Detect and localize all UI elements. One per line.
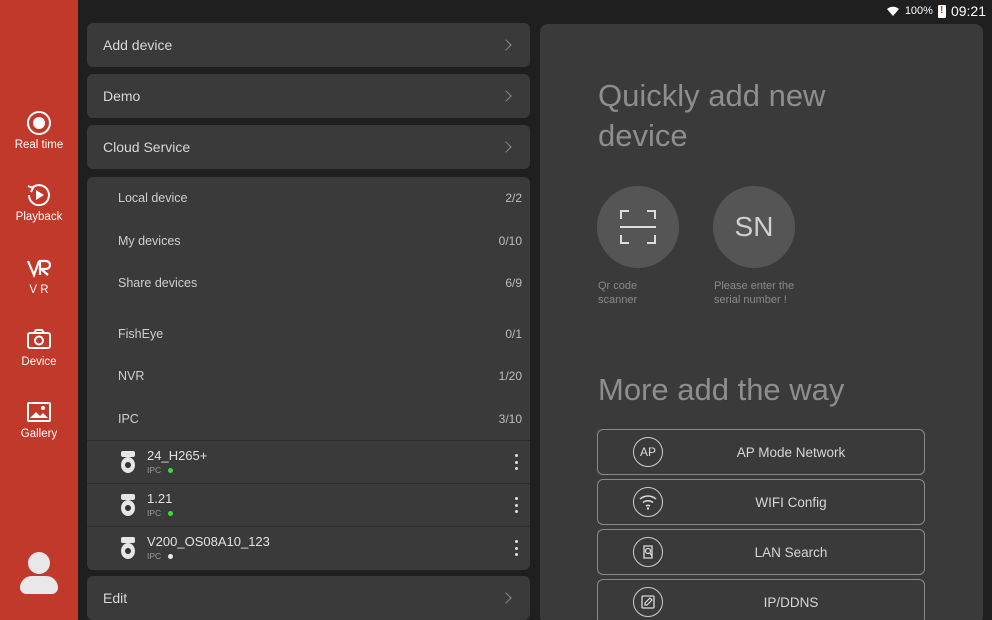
sidebar-item-vr[interactable]: V R <box>0 255 78 296</box>
edit-label: Edit <box>103 590 128 606</box>
device-row[interactable]: V200_OS08A10_123 IPC <box>87 526 530 568</box>
device-type: IPC <box>147 508 162 518</box>
cloud-service-button[interactable]: Cloud Service <box>87 125 530 169</box>
device-row[interactable]: 24_H265+ IPC <box>87 440 530 482</box>
device-name: V200_OS08A10_123 <box>147 534 270 549</box>
group-nvr[interactable]: NVR 1/20 <box>87 356 530 396</box>
chevron-right-icon <box>500 592 512 604</box>
battery-percent: 100% <box>904 5 933 17</box>
group-count: 0/1 <box>505 327 522 341</box>
group-label: Share devices <box>118 276 198 290</box>
sidebar-item-real-time[interactable]: Real time <box>0 110 78 151</box>
group-count: 1/20 <box>498 369 522 383</box>
group-fisheye[interactable]: FishEye 0/1 <box>87 314 530 354</box>
qr-scan-icon <box>620 210 656 244</box>
cloud-service-label: Cloud Service <box>103 139 191 155</box>
lan-search-button[interactable]: LAN Search <box>597 529 925 575</box>
clock: 09:21 <box>950 3 986 19</box>
sidebar-item-playback[interactable]: Playback <box>0 182 78 223</box>
device-type: IPC <box>147 551 162 561</box>
add-device-panel: Quickly add new device Qr code scanner S… <box>540 24 983 620</box>
camera-icon <box>26 327 52 353</box>
group-label: NVR <box>118 369 145 383</box>
add-device-label: Add device <box>103 37 173 53</box>
wifi-signal-icon <box>886 6 899 16</box>
wifi-config-label: WIFI Config <box>755 495 827 510</box>
status-dot <box>168 468 173 473</box>
sidebar: Real time Playback V R Device Gallery <box>0 0 78 620</box>
status-dot <box>168 511 173 516</box>
group-label: FishEye <box>118 327 164 341</box>
more-options-icon[interactable] <box>514 497 518 513</box>
group-share-devices[interactable]: Share devices 6/9 <box>87 263 530 303</box>
sidebar-item-device[interactable]: Device <box>0 327 78 368</box>
sidebar-item-label: V R <box>29 284 49 296</box>
vr-icon <box>26 255 52 281</box>
ip-ddns-button[interactable]: IP/DDNS <box>597 579 925 620</box>
ap-mode-label: AP Mode Network <box>736 445 846 460</box>
edit-button[interactable]: Edit <box>87 576 530 620</box>
quick-add-title: Quickly add new device <box>598 78 826 153</box>
sidebar-item-gallery[interactable]: Gallery <box>0 399 78 440</box>
group-label: Local device <box>118 191 188 205</box>
group-count: 0/10 <box>498 234 522 248</box>
sidebar-item-label: Playback <box>15 211 63 223</box>
camera-icon <box>119 537 137 561</box>
device-type: IPC <box>147 465 162 475</box>
more-options-icon[interactable] <box>514 540 518 556</box>
chevron-right-icon <box>500 39 512 51</box>
play-circle-icon <box>26 110 52 136</box>
group-ipc[interactable]: IPC 3/10 <box>87 399 530 439</box>
camera-icon <box>119 451 137 475</box>
sidebar-item-label: Device <box>21 356 57 368</box>
user-avatar-icon[interactable] <box>20 552 58 594</box>
demo-label: Demo <box>103 88 141 104</box>
qr-caption: Qr code scanner <box>598 280 638 306</box>
wifi-config-button[interactable]: WIFI Config <box>597 479 925 525</box>
lan-search-label: LAN Search <box>754 545 828 560</box>
more-ways-title: More add the way <box>598 372 845 407</box>
status-dot <box>168 554 173 559</box>
sn-label: SN <box>734 211 774 242</box>
sidebar-item-label: Real time <box>14 139 64 151</box>
more-options-icon[interactable] <box>514 454 518 470</box>
status-bar: 100% 09:21 <box>78 0 992 22</box>
camera-icon <box>119 494 137 518</box>
group-count: 6/9 <box>505 276 522 290</box>
qr-scan-button[interactable] <box>597 186 679 268</box>
device-list-panel: Local device 2/2 My devices 0/10 Share d… <box>87 177 530 570</box>
demo-button[interactable]: Demo <box>87 74 530 118</box>
ap-mode-button[interactable]: AP AP Mode Network <box>597 429 925 475</box>
group-count: 3/10 <box>498 412 522 426</box>
ip-ddns-label: IP/DDNS <box>763 595 819 610</box>
device-name: 24_H265+ <box>147 448 208 463</box>
sn-caption: Please enter the serial number ! <box>714 280 795 306</box>
group-label: IPC <box>118 412 139 426</box>
image-icon <box>26 399 52 425</box>
group-label: My devices <box>118 234 181 248</box>
battery-icon <box>937 4 946 18</box>
sidebar-item-label: Gallery <box>20 428 58 440</box>
replay-icon <box>26 182 52 208</box>
chevron-right-icon <box>500 141 512 153</box>
device-name: 1.21 <box>147 491 173 506</box>
add-device-button[interactable]: Add device <box>87 23 530 67</box>
chevron-right-icon <box>500 90 512 102</box>
serial-number-button[interactable]: SN <box>713 186 795 268</box>
group-count: 2/2 <box>505 191 522 205</box>
group-local-device[interactable]: Local device 2/2 <box>87 178 530 218</box>
group-my-devices[interactable]: My devices 0/10 <box>87 221 530 261</box>
app-root: 100% 09:21 Real time Playback V R <box>0 0 992 620</box>
device-row[interactable]: 1.21 IPC <box>87 483 530 525</box>
